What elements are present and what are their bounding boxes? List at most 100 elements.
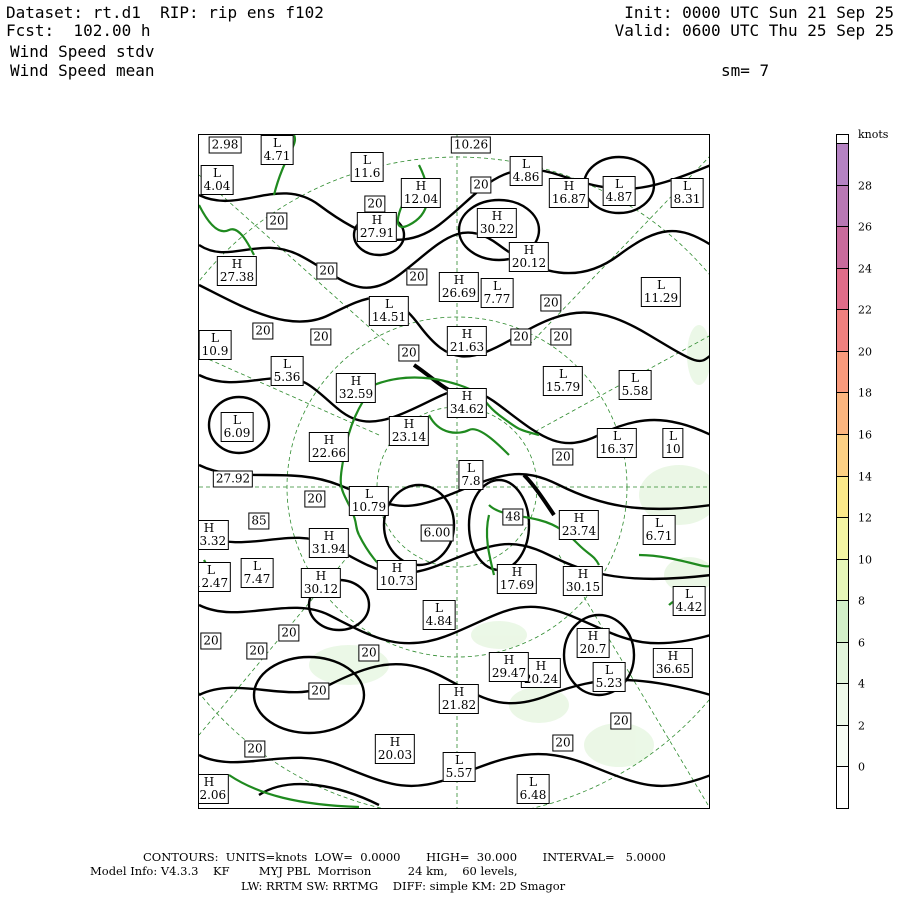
high-center-label: H 20.03	[374, 734, 416, 764]
low-center-label: L 11.6	[350, 152, 384, 182]
colorbar-tick-label: 12	[858, 511, 872, 525]
center-value: 20	[313, 329, 329, 344]
contour-value-label: 48	[502, 508, 524, 526]
high-center-label: H 21.63	[446, 326, 488, 356]
contour-value-label: 20	[364, 195, 386, 213]
center-value: 6.09	[223, 426, 251, 440]
center-value: 30.22	[479, 222, 515, 236]
low-center-label: L 10	[662, 428, 684, 458]
contour-value-label: 20	[398, 344, 420, 362]
colorbar-segment	[837, 309, 848, 351]
center-value: 14.51	[371, 310, 407, 324]
low-center-label: L 8.31	[670, 178, 704, 208]
center-value: 20	[247, 741, 263, 756]
center-value: 20	[249, 643, 265, 658]
center-value: 5.23	[595, 676, 623, 690]
center-value: 7.77	[483, 292, 511, 306]
center-value: 5.36	[273, 370, 301, 384]
contour-value-label: 20	[200, 632, 222, 650]
low-center-label: L 16.37	[596, 428, 638, 458]
contour-value-label: 20	[308, 682, 330, 700]
colorbar-segment	[837, 433, 848, 476]
high-center-label: H 17.69	[496, 564, 538, 594]
center-value: 31.94	[311, 542, 347, 556]
contour-value-label: 27.92	[212, 470, 254, 488]
high-center-label: H 30.12	[300, 568, 342, 598]
center-value: 27.92	[215, 471, 251, 486]
center-value: 6.48	[519, 788, 547, 802]
contour-value-label: 10.26	[450, 136, 492, 154]
high-center-label: H 27.38	[216, 256, 258, 286]
center-value: 22.06	[199, 788, 227, 802]
center-value: 4.71	[263, 149, 291, 163]
center-value: 23.74	[561, 524, 597, 538]
center-value: 34.62	[449, 402, 485, 416]
center-value: 20	[473, 177, 489, 192]
low-center-label: L 4.86	[509, 156, 543, 186]
colorbar-segment	[837, 143, 848, 185]
physics-info: LW: RRTM SW: RRTMG DIFF: simple KM: 2D S…	[241, 879, 566, 893]
contour-value-label: 20	[278, 624, 300, 642]
low-center-label: L 4.84	[422, 600, 456, 630]
contour-value-label: 20	[552, 448, 574, 466]
colorbar-tick-label: 0	[858, 760, 865, 774]
center-value: 10	[665, 442, 681, 456]
center-value: 6.71	[645, 529, 673, 543]
contour-value-label: 20	[266, 212, 288, 230]
center-value: 4.84	[425, 614, 453, 628]
center-value: 20.03	[377, 748, 413, 762]
low-center-label: L 7.77	[480, 278, 514, 308]
center-value: 11.6	[353, 166, 381, 180]
high-center-label: H 36.65	[652, 648, 694, 678]
center-value: 20	[311, 683, 327, 698]
center-value: 20.12	[511, 256, 547, 270]
low-center-label: L 5.58	[618, 370, 652, 400]
high-center-label: H 32.59	[335, 373, 377, 403]
colorbar-tick-label: 22	[858, 303, 872, 317]
dataset-title: Dataset: rt.d1 RIP: rip ens f102	[6, 3, 324, 22]
center-value: 10.9	[201, 344, 229, 358]
center-value: 4.86	[512, 170, 540, 184]
colorbar-tick-label: 10	[858, 553, 872, 567]
high-center-label: H 30.22	[476, 208, 518, 238]
field-stdv-label: Wind Speed stdv	[10, 42, 155, 61]
center-value: 6.00	[423, 525, 451, 540]
high-center-label: H 26.69	[438, 272, 480, 302]
center-value: 15.79	[545, 380, 581, 394]
center-value: 29.47	[491, 666, 527, 680]
contour-value-label: 20	[406, 268, 428, 286]
colorbar-tick-label: 28	[858, 179, 872, 193]
low-center-label: L12.47	[199, 562, 232, 592]
colorbar-segment	[837, 226, 848, 268]
colorbar-tick-label: 24	[858, 262, 872, 276]
center-value: 20	[367, 196, 383, 211]
center-value: 30.12	[303, 582, 339, 596]
high-center-label: H 10.73	[376, 560, 418, 590]
valid-time: Valid: 0600 UTC Thu 25 Sep 25	[614, 21, 894, 40]
colorbar-segment	[837, 392, 848, 434]
high-center-label: H 29.47	[488, 652, 530, 682]
high-center-label: H 34.62	[446, 388, 488, 418]
model-info: Model Info: V4.3.3 KF MYJ PBL Morrison 2…	[90, 864, 518, 878]
center-value: 32.59	[338, 387, 374, 401]
high-center-label: H 21.82	[438, 684, 480, 714]
colorbar-tick-label: 18	[858, 386, 872, 400]
center-value: 7.47	[243, 572, 271, 586]
center-value: 21.82	[441, 698, 477, 712]
high-center-label: H 23.14	[388, 416, 430, 446]
low-center-label: L 15.79	[542, 366, 584, 396]
center-value: 20	[613, 713, 629, 728]
colorbar-segment	[837, 517, 848, 559]
center-value: 8.31	[673, 192, 701, 206]
center-value: 10.26	[453, 137, 489, 152]
center-value: 20	[319, 263, 335, 278]
colorbar-segment	[837, 267, 848, 310]
colorbar-segment	[837, 683, 848, 725]
contour-value-label: 20	[540, 294, 562, 312]
center-value: 48	[505, 509, 521, 524]
contour-value-label: 20	[246, 642, 268, 660]
center-value: 20	[409, 269, 425, 284]
center-value: 27.91	[359, 226, 395, 240]
colorbar-segment	[837, 475, 848, 518]
low-center-label: L 6.48	[516, 774, 550, 804]
